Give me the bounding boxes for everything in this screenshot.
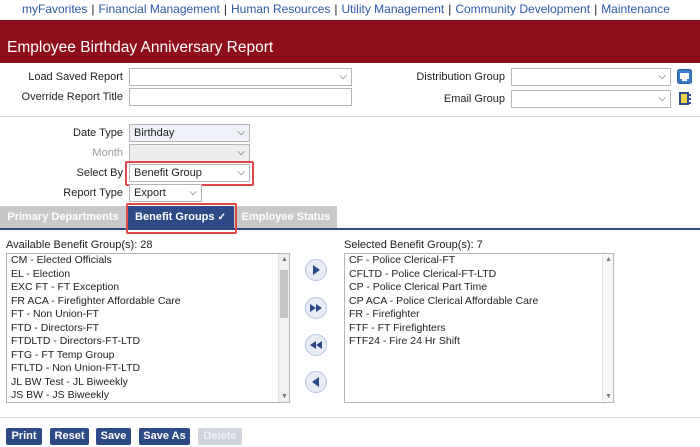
scroll-down-icon[interactable]: ▼ (279, 393, 289, 400)
report-type-select[interactable]: Export ⌵ (129, 184, 202, 202)
list-item[interactable]: FT - Non Union-FT (7, 308, 289, 322)
nav-my-favorites[interactable]: myFavorites (22, 2, 87, 16)
divider (0, 116, 700, 117)
email-group-label: Email Group (443, 93, 505, 105)
list-item[interactable]: FTD - Directors-FT (7, 322, 289, 336)
nav-utility-management[interactable]: Utility Management (342, 2, 445, 16)
override-report-title-label: Override Report Title (21, 91, 123, 103)
list-item[interactable]: CFLTD - Police Clerical-FT-LTD (345, 268, 613, 282)
chevron-down-icon: ⌵ (237, 147, 245, 158)
load-saved-report-select[interactable]: ⌵ (129, 68, 352, 86)
report-type-value: Export (134, 187, 166, 199)
distribution-group-select[interactable]: ⌵ (511, 68, 671, 86)
arrow-left-icon (312, 377, 319, 387)
nav-separator: | (91, 2, 95, 16)
available-list-label: Available Benefit Group(s): 28 (6, 239, 153, 251)
distribution-group-icon[interactable] (677, 69, 692, 84)
scroll-up-icon[interactable]: ▲ (603, 256, 613, 263)
reset-button[interactable]: Reset (50, 428, 89, 445)
month-label: Month (92, 147, 123, 159)
selected-list-label: Selected Benefit Group(s): 7 (344, 239, 483, 251)
list-item[interactable]: EL - Election (7, 268, 289, 282)
scroll-down-icon[interactable]: ▼ (603, 393, 613, 400)
move-right-button[interactable] (305, 259, 327, 281)
date-type-label: Date Type (73, 127, 123, 139)
scrollbar[interactable]: ▲ ▼ (602, 254, 613, 402)
nav-maintenance[interactable]: Maintenance (601, 2, 670, 16)
tab-label: Primary Departments (7, 211, 119, 223)
list-item[interactable]: JL BW Test - JL Biweekly (7, 376, 289, 390)
nav-community-development[interactable]: Community Development (455, 2, 590, 16)
scrollbar-thumb[interactable] (280, 270, 288, 318)
tab-label: Employee Status (241, 211, 331, 223)
selected-listbox[interactable]: CF - Police Clerical-FT CFLTD - Police C… (344, 253, 614, 403)
highlight-box (126, 203, 237, 234)
scrollbar[interactable]: ▲ ▼ (278, 254, 289, 402)
move-all-right-button[interactable] (305, 297, 327, 319)
highlight-box (125, 161, 254, 186)
list-item[interactable]: FTG - FT Temp Group (7, 349, 289, 363)
page-title: Employee Birthday Anniversary Report (7, 39, 274, 56)
nav-separator: | (223, 2, 227, 16)
list-item[interactable]: FTF - FT Firefighters (345, 322, 613, 336)
available-listbox[interactable]: CM - Elected Officials EL - Election EXC… (6, 253, 290, 403)
list-item[interactable]: CM - Elected Officials (7, 254, 289, 268)
move-all-left-button[interactable] (305, 334, 327, 356)
chevron-down-icon: ⌵ (237, 127, 245, 138)
print-button[interactable]: Print (6, 428, 42, 445)
list-item[interactable]: CF - Police Clerical-FT (345, 254, 613, 268)
scroll-up-icon[interactable]: ▲ (279, 256, 289, 263)
month-select: ⌵ (129, 144, 250, 162)
tab-primary-departments[interactable]: Primary Departments (0, 206, 126, 229)
delete-button: Delete (198, 428, 242, 445)
save-button[interactable]: Save (96, 428, 131, 445)
chevron-down-icon: ⌵ (339, 71, 347, 82)
report-type-label: Report Type (63, 187, 123, 199)
nav-separator: | (448, 2, 452, 16)
chevron-down-icon: ⌵ (658, 71, 666, 82)
double-arrow-left-icon (310, 341, 322, 349)
list-item[interactable]: JS BW - JS Biweekly (7, 389, 289, 402)
top-nav: myFavorites | Financial Management | Human R… (0, 0, 700, 20)
distribution-group-label: Distribution Group (416, 71, 505, 83)
tab-employee-status[interactable]: Employee Status (236, 206, 336, 229)
list-item[interactable]: CP - Police Clerical Part Time (345, 281, 613, 295)
save-as-button[interactable]: Save As (139, 428, 190, 445)
list-item[interactable]: FTDLTD - Directors-FT-LTD (7, 335, 289, 349)
title-bar: Employee Birthday Anniversary Report (0, 20, 700, 63)
chevron-down-icon: ⌵ (189, 187, 197, 198)
email-group-select[interactable]: ⌵ (511, 90, 671, 108)
list-item[interactable]: FTLTD - Non Union-FT-LTD (7, 362, 289, 376)
chevron-down-icon: ⌵ (658, 93, 666, 104)
date-type-select[interactable]: Birthday ⌵ (129, 124, 250, 142)
override-report-title-input[interactable] (129, 88, 352, 106)
nav-separator: | (594, 2, 598, 16)
list-item[interactable]: CP ACA - Police Clerical Affordable Care (345, 295, 613, 309)
nav-financial-management[interactable]: Financial Management (98, 2, 219, 16)
list-item[interactable]: EXC FT - FT Exception (7, 281, 289, 295)
select-by-label: Select By (76, 167, 123, 179)
move-left-button[interactable] (305, 371, 327, 393)
list-item[interactable]: FR - Firefighter (345, 308, 613, 322)
load-saved-report-label: Load Saved Report (28, 71, 123, 83)
address-book-icon[interactable] (677, 91, 692, 106)
double-arrow-right-icon (310, 304, 322, 312)
date-type-value: Birthday (134, 127, 175, 139)
nav-separator: | (334, 2, 338, 16)
list-item[interactable]: FTF24 - Fire 24 Hr Shift (345, 335, 613, 349)
list-item[interactable]: FR ACA - Firefighter Affordable Care (7, 295, 289, 309)
nav-human-resources[interactable]: Human Resources (231, 2, 330, 16)
arrow-right-icon (313, 265, 320, 275)
tab-underline (0, 228, 700, 230)
